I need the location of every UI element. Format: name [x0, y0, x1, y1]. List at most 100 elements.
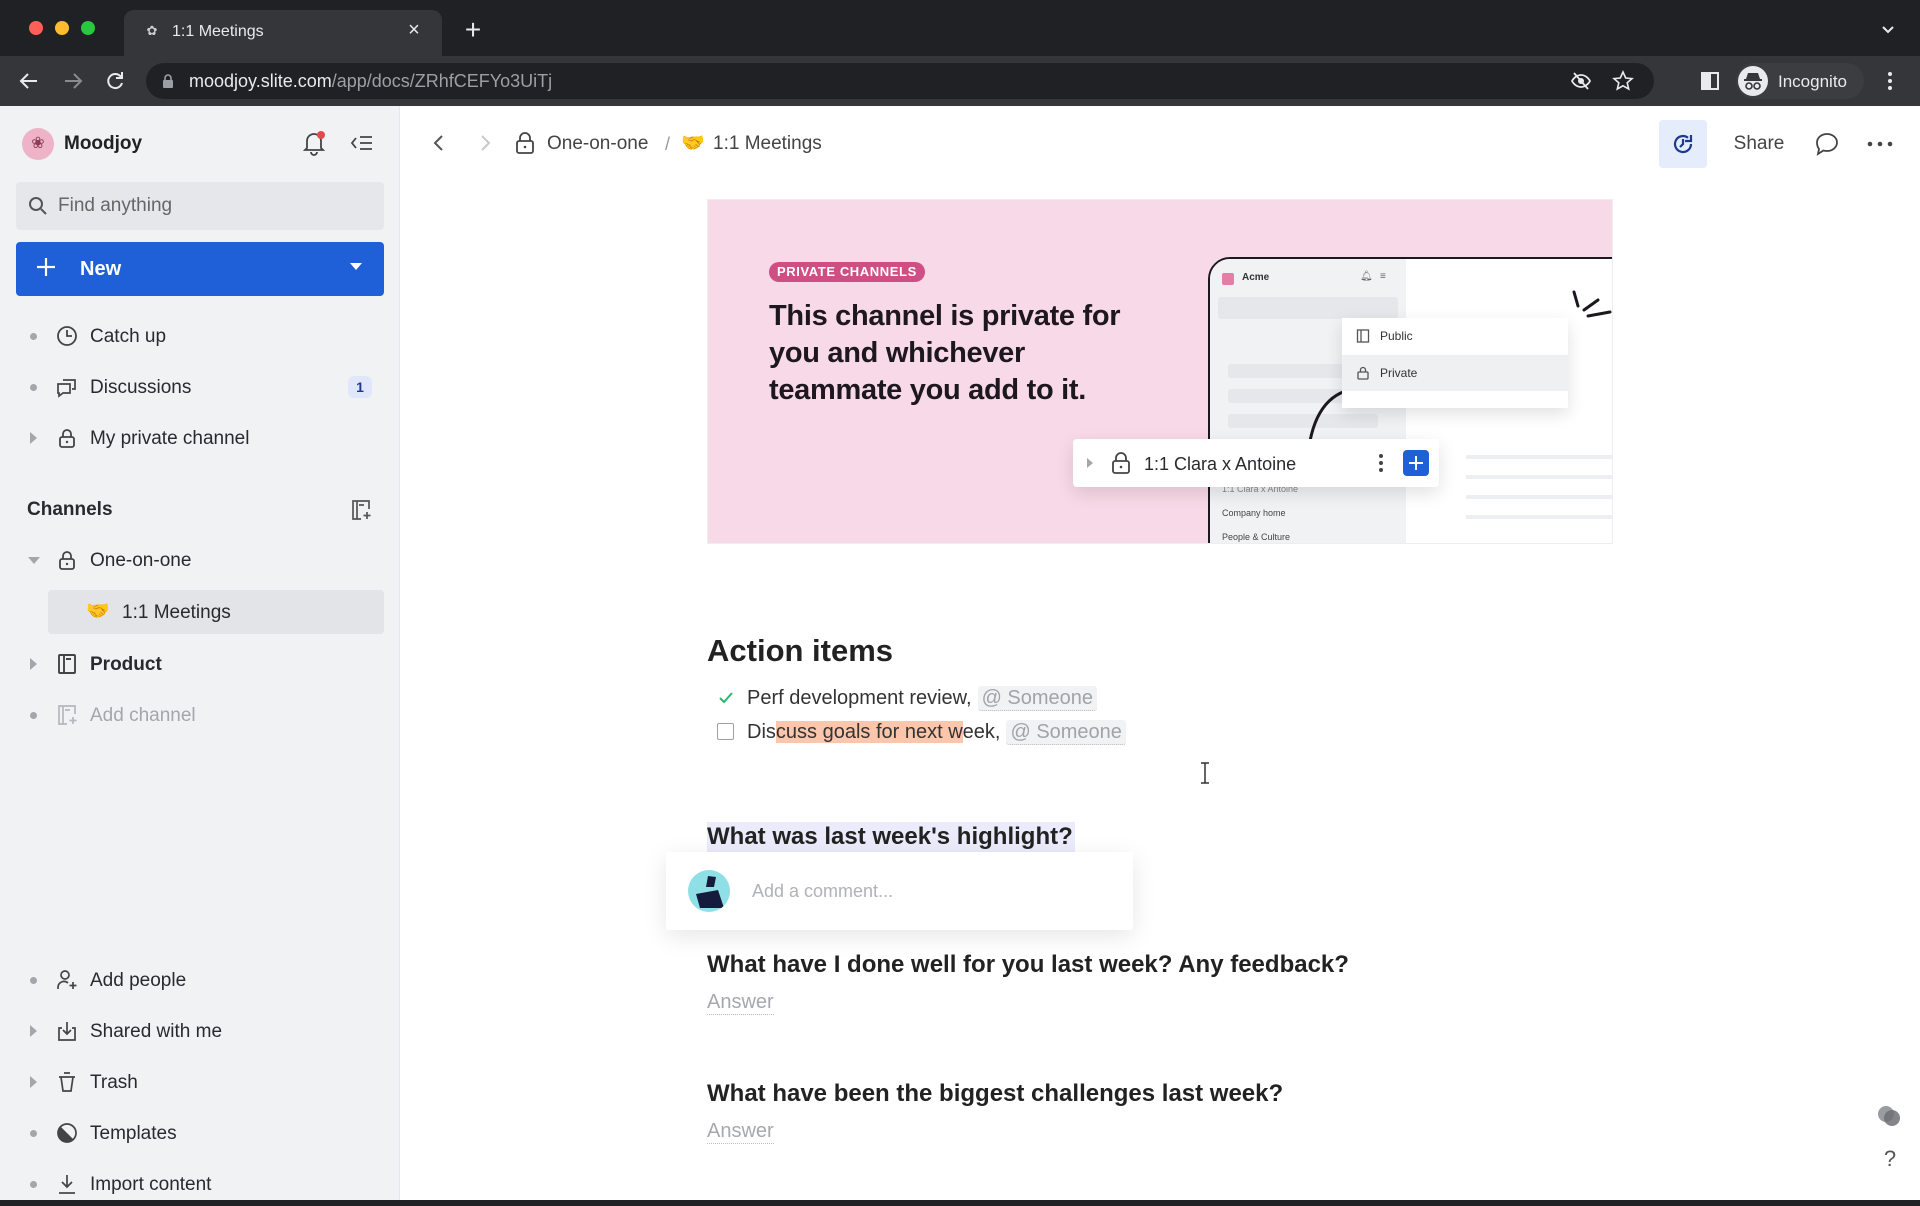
book-icon	[56, 653, 78, 675]
question-heading[interactable]: What have been the biggest challenges la…	[707, 1079, 1283, 1109]
minimize-window-button[interactable]	[55, 21, 69, 35]
mock-option-private: Private	[1342, 355, 1568, 391]
back-arrow-icon[interactable]	[429, 132, 449, 154]
collapse-arrow-icon[interactable]	[28, 557, 40, 564]
new-dropdown-caret-icon[interactable]	[350, 263, 362, 270]
address-bar[interactable]: moodjoy.slite.com/app/docs/ZRhfCEFYo3UiT…	[146, 63, 1654, 99]
workspace-logo[interactable]: ❀	[22, 128, 54, 160]
mock-expand-arrow-icon	[1087, 458, 1093, 468]
expand-arrow-icon[interactable]	[30, 658, 37, 670]
comment-input[interactable]	[752, 876, 1112, 906]
slite-favicon-icon: ✿	[146, 23, 158, 38]
forward-arrow-icon[interactable]	[475, 132, 495, 154]
new-button[interactable]: New	[16, 242, 384, 296]
mock-list-item: Company home	[1222, 508, 1286, 518]
mention-chip[interactable]: @ Someone	[977, 686, 1098, 711]
sidebar-item-import-content[interactable]: Import content	[16, 1162, 384, 1206]
side-panel-icon[interactable]	[1700, 70, 1720, 92]
browser-toolbar: moodjoy.slite.com/app/docs/ZRhfCEFYo3UiT…	[0, 56, 1920, 106]
todo-text[interactable]: Discuss goals for next week, @ Someone	[747, 720, 1126, 745]
action-items-heading: Action items	[707, 633, 894, 668]
lock-icon	[515, 131, 535, 155]
text-cursor-icon	[1199, 762, 1211, 784]
browser-back-icon[interactable]	[16, 68, 42, 94]
search-input[interactable]	[58, 182, 378, 230]
breadcrumb-document[interactable]: 1:1 Meetings	[713, 133, 822, 155]
presence-avatars-icon[interactable]	[1876, 1104, 1902, 1128]
incognito-profile-button[interactable]: Incognito	[1736, 63, 1864, 99]
inbox-download-icon	[56, 1020, 78, 1042]
sidebar-add-channel[interactable]: Add channel	[16, 693, 384, 737]
answer-placeholder[interactable]: Answer	[707, 1119, 774, 1144]
expand-arrow-icon[interactable]	[30, 1076, 37, 1088]
url-path: /app/docs/ZRhfCEFYo3UiTj	[331, 71, 553, 91]
new-button-label: New	[80, 258, 122, 280]
answer-placeholder[interactable]: Answer	[707, 990, 774, 1015]
todo-text[interactable]: Perf development review, @ Someone	[747, 686, 1098, 711]
banner-headline: This channel is private for you and whic…	[769, 300, 1121, 406]
share-button[interactable]: Share	[1721, 120, 1797, 168]
expand-arrow-icon[interactable]	[30, 1025, 37, 1037]
bullet-icon	[30, 384, 37, 391]
url-domain: moodjoy.slite.com	[189, 71, 332, 91]
sidebar-item-templates[interactable]: Templates	[16, 1111, 384, 1155]
workspace-name[interactable]: Moodjoy	[64, 132, 142, 156]
sidebar-item-catch-up[interactable]: Catch up	[16, 314, 384, 358]
bullet-icon	[30, 712, 37, 719]
banner-tag: PRIVATE CHANNELS	[769, 262, 925, 282]
mock-search-bar	[1218, 297, 1398, 319]
sidebar-item-my-private-channel[interactable]: My private channel	[16, 416, 384, 460]
question-heading[interactable]: What have I done well for you last week?…	[707, 950, 1349, 980]
unread-count-badge: 1	[348, 376, 372, 398]
import-icon	[56, 1173, 78, 1195]
help-icon[interactable]: ?	[1879, 1146, 1901, 1172]
checkbox[interactable]	[717, 723, 734, 740]
close-tab-icon[interactable]: ×	[404, 20, 424, 40]
templates-icon	[56, 1122, 78, 1144]
question-heading-selected[interactable]: What was last week's highlight?	[707, 822, 1075, 852]
bullet-icon	[30, 1181, 37, 1188]
url-text[interactable]: moodjoy.slite.com/app/docs/ZRhfCEFYo3UiT…	[189, 71, 552, 91]
breadcrumb-channel[interactable]: One-on-one	[547, 133, 648, 155]
mention-chip[interactable]: @ Someone	[1006, 720, 1126, 745]
checkmark-icon[interactable]	[717, 689, 735, 707]
mock-option-label: Public	[1380, 329, 1413, 343]
mock-workspace-logo	[1222, 273, 1234, 285]
bullet-icon	[30, 333, 37, 340]
reload-icon[interactable]	[102, 68, 128, 94]
sidebar-doc-1-1-meetings[interactable]: 🤝 1:1 Meetings	[48, 590, 384, 634]
tracking-protection-eye-off-icon[interactable]	[1570, 71, 1592, 91]
new-tab-button[interactable]: +	[460, 16, 486, 44]
sidebar-channel-product[interactable]: Product	[16, 642, 384, 686]
add-channel-icon[interactable]	[350, 499, 372, 521]
handshake-emoji-icon: 🤝	[86, 601, 110, 622]
search-icon	[28, 196, 48, 216]
sidebar-item-label: Shared with me	[90, 1021, 223, 1042]
close-window-button[interactable]	[29, 21, 43, 35]
browser-tab[interactable]: ✿ 1:1 Meetings ×	[124, 10, 442, 56]
comments-icon[interactable]	[1813, 130, 1841, 158]
sidebar-item-trash[interactable]: Trash	[16, 1060, 384, 1104]
sidebar-item-shared-with-me[interactable]: Shared with me	[16, 1009, 384, 1053]
lock-icon	[56, 549, 78, 571]
notifications-bell-icon[interactable]	[302, 130, 326, 156]
document-view: One-on-one / 🤝 1:1 Meetings Share PRIVAT…	[401, 106, 1920, 1200]
tab-search-chevron-icon[interactable]	[1878, 20, 1898, 40]
browser-menu-icon[interactable]	[1880, 70, 1900, 92]
sidebar-channel-one-on-one[interactable]: One-on-one	[16, 538, 384, 582]
search-box[interactable]	[16, 182, 384, 230]
chat-bubbles-icon	[56, 376, 78, 398]
history-button[interactable]	[1659, 120, 1707, 168]
mock-list-item: People & Culture	[1222, 532, 1291, 542]
secure-lock-icon[interactable]	[162, 73, 174, 89]
collapse-sidebar-icon[interactable]	[350, 132, 374, 154]
browser-forward-icon[interactable]	[60, 68, 86, 94]
mock-add-icon	[1403, 450, 1429, 476]
mock-visibility-menu: Public Private	[1342, 318, 1568, 408]
maximize-window-button[interactable]	[81, 21, 95, 35]
bookmark-star-icon[interactable]	[1612, 70, 1634, 92]
more-options-icon[interactable]	[1865, 130, 1895, 158]
expand-arrow-icon[interactable]	[30, 432, 37, 444]
sidebar-item-add-people[interactable]: Add people	[16, 958, 384, 1002]
sidebar-item-discussions[interactable]: Discussions 1	[16, 365, 384, 409]
